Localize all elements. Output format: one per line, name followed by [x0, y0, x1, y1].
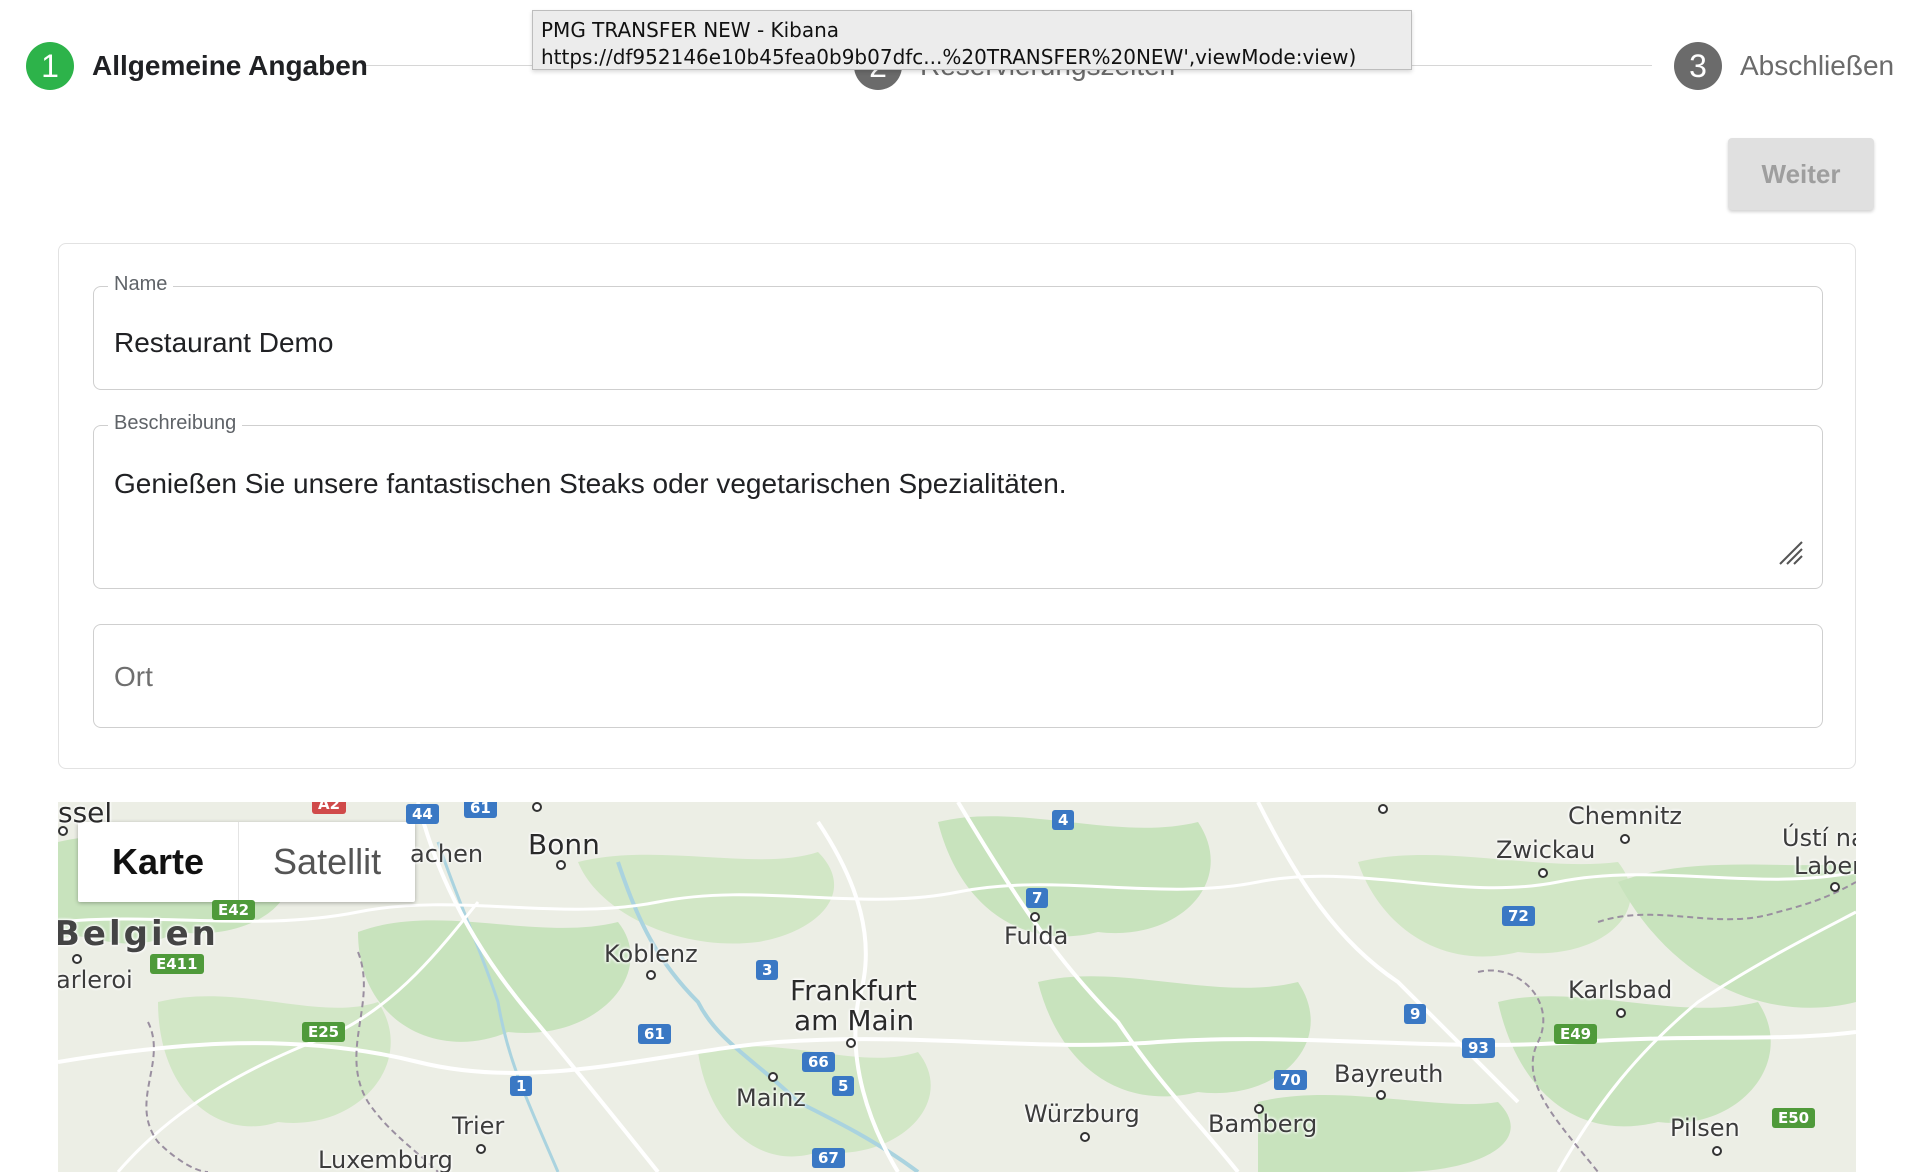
resize-handle-icon[interactable]: [1778, 540, 1804, 566]
map-city-marker: [1620, 834, 1630, 844]
map-road-shield: 9: [1404, 1004, 1427, 1024]
step-label: Allgemeine Angaben: [92, 50, 368, 81]
name-field-value[interactable]: Restaurant Demo: [114, 327, 333, 359]
map-city-marker: [1712, 1146, 1722, 1156]
map-road-shield: 61: [464, 802, 497, 818]
map-label-country: Belgien: [58, 914, 219, 954]
map-label-city: Laber: [1794, 852, 1856, 880]
map-city-marker: [532, 802, 542, 812]
reservation-setup-page: 1 Allgemeine Angaben 2 Reservierungszeit…: [0, 0, 1910, 1172]
location-field[interactable]: Ort: [93, 624, 1823, 728]
map-label-city: Frankfurt: [790, 974, 917, 1007]
tooltip-url: https://df952146e10b45fea0b9b07dfc...%20…: [541, 45, 1357, 69]
map-type-map-button[interactable]: Karte: [78, 822, 238, 902]
map-road-shield: 93: [1462, 1038, 1495, 1058]
map-city-marker: [846, 1038, 856, 1048]
map-road-shield: 70: [1274, 1070, 1307, 1090]
map-city-marker: [1080, 1132, 1090, 1142]
map-label-city: Trier: [452, 1112, 505, 1140]
map-city-marker: [72, 954, 82, 964]
map-type-satellite-button[interactable]: Satellit: [238, 822, 415, 902]
map-road-shield: 67: [812, 1148, 845, 1168]
map-road-shield: 5: [832, 1076, 855, 1096]
map-city-marker: [556, 860, 566, 870]
map-road-shield: 61: [638, 1024, 671, 1044]
map-road-shield: 3: [756, 960, 779, 980]
map-city-marker: [476, 1144, 486, 1154]
map-road-shield: E42: [212, 900, 256, 920]
map-road-shield: 72: [1502, 906, 1535, 926]
name-field[interactable]: Name Restaurant Demo: [93, 273, 1823, 390]
map-label-city: Mainz: [736, 1084, 806, 1112]
map-city-marker: [1378, 804, 1388, 814]
step-number-badge: 3: [1674, 42, 1722, 90]
map-road-shield: E50: [1772, 1108, 1816, 1128]
map-label-city: Würzburg: [1024, 1100, 1140, 1128]
map-label-city: Bayreuth: [1334, 1060, 1444, 1088]
map-city-marker: [1830, 882, 1840, 892]
map-city-marker: [768, 1072, 778, 1082]
map-label-city: Karlsbad: [1568, 976, 1673, 1004]
next-button[interactable]: Weiter: [1728, 138, 1874, 210]
map-road-shield: A2: [312, 802, 347, 814]
map-label-city: arleroi: [58, 966, 133, 994]
map-road-shield: 66: [802, 1052, 835, 1072]
step-number-badge: 1: [26, 42, 74, 90]
map-city-marker: [58, 826, 68, 836]
link-tooltip: PMG TRANSFER NEW - Kibana https://df9521…: [532, 10, 1412, 70]
map-label-city: Ústí na: [1782, 824, 1856, 852]
map-label-city: Koblenz: [604, 940, 698, 968]
description-field-label: Beschreibung: [108, 412, 243, 435]
map-city-marker: [1616, 1008, 1626, 1018]
map-road-shield: 44: [406, 804, 439, 824]
map-city-marker: [646, 970, 656, 980]
map-label-city: Fulda: [1004, 922, 1069, 950]
map-road-shield: E25: [302, 1022, 346, 1042]
description-field[interactable]: Beschreibung Genießen Sie unsere fantast…: [93, 412, 1823, 589]
map-label-city: ssel: [58, 802, 113, 829]
map-city-marker: [1538, 868, 1548, 878]
map-city-marker: [1254, 1104, 1264, 1114]
map-label-city: Bamberg: [1208, 1110, 1318, 1138]
map-label-city: am Main: [794, 1004, 915, 1037]
map-label-city: achen: [410, 840, 484, 868]
description-field-value[interactable]: Genießen Sie unsere fantastischen Steaks…: [114, 468, 1067, 500]
map-city-marker: [1376, 1090, 1386, 1100]
map-label-city: Chemnitz: [1568, 802, 1682, 830]
map-road-shield: 7: [1026, 888, 1049, 908]
map-road-shield: E411: [150, 954, 204, 974]
step-general-info[interactable]: 1 Allgemeine Angaben: [26, 42, 368, 90]
location-field-placeholder[interactable]: Ort: [114, 661, 153, 693]
map-label-city: Pilsen: [1670, 1114, 1740, 1142]
map-road-shield: 1: [510, 1076, 533, 1096]
step-label: Abschließen: [1740, 50, 1895, 81]
name-field-label: Name: [108, 273, 174, 296]
map-road-shield: 4: [1052, 810, 1075, 830]
map-road-shield: E49: [1554, 1024, 1598, 1044]
map-city-marker: [1030, 912, 1040, 922]
map-type-control: Karte Satellit: [78, 822, 416, 902]
step-finish[interactable]: 3 Abschließen: [1674, 42, 1894, 90]
map-label-city: Zwickau: [1496, 836, 1596, 864]
tooltip-title: PMG TRANSFER NEW - Kibana: [541, 18, 840, 42]
map-label-city: Luxemburg: [318, 1146, 453, 1172]
general-info-card: Name Restaurant Demo Beschreibung Genieß…: [58, 243, 1856, 769]
map-label-city: Bonn: [528, 828, 600, 861]
map-view[interactable]: Karte Satellit ssel achen Bonn Belgien a…: [58, 802, 1856, 1172]
